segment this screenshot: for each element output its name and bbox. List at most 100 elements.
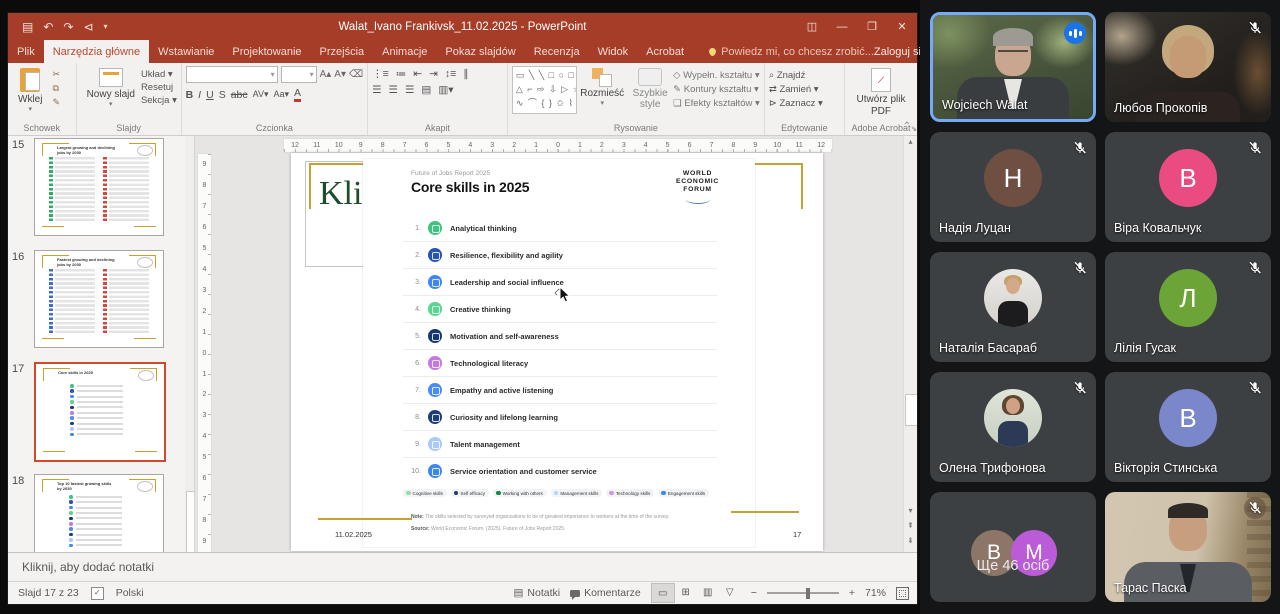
reading-view-button[interactable]: ▥ (697, 583, 719, 601)
tab-animacje[interactable]: Animacje (373, 40, 436, 63)
tab-przejscia[interactable]: Przejścia (311, 40, 374, 63)
thumbnail-scrollbar[interactable] (185, 136, 194, 552)
reset-button[interactable]: Resetuj (141, 82, 177, 93)
normal-view-button[interactable]: ▭ (651, 583, 675, 603)
font-size-combobox[interactable]: ▾ (281, 66, 317, 83)
copy-icon[interactable]: ⧉ (52, 83, 60, 94)
shrink-font-icon[interactable]: A▾ (334, 69, 346, 80)
bullets-icon[interactable]: ⋮≡ (372, 68, 389, 80)
participant-tile-wojciech-walat[interactable]: Wojciech Walat (930, 12, 1096, 122)
slide-canvas[interactable]: Kliknij, Future of Jobs Report 2025 Core… (291, 153, 823, 551)
thumbnail-slide-18[interactable]: 18 Top 10 fastest growing skills by 2030 (12, 474, 164, 552)
increase-indent-icon[interactable]: ⇥ (429, 68, 438, 80)
overflow-participants-tile[interactable]: В М Ще 46 осіб (930, 492, 1096, 602)
previous-slide-icon[interactable]: ⇞ (904, 521, 917, 530)
minimize-button[interactable]: — (827, 13, 857, 40)
grow-font-icon[interactable]: A▴ (320, 69, 332, 80)
section-button[interactable]: Sekcja ▾ (141, 95, 177, 106)
qat-customize-icon[interactable]: ▾ (104, 22, 108, 31)
tab-wstawianie[interactable]: Wstawianie (149, 40, 223, 63)
create-pdf-button[interactable]: ⟋ Utwórz plik PDF (849, 66, 913, 119)
format-painter-icon[interactable]: ✎ (52, 97, 60, 108)
spellcheck-icon[interactable]: ✓ (91, 587, 104, 600)
zoom-out-button[interactable]: − (751, 587, 757, 599)
text-direction-icon[interactable]: ∥ (463, 68, 468, 80)
participant-tile-olena-tryfonova[interactable]: Олена Трифонова (930, 372, 1096, 482)
participant-tile-vira-kovalchuk[interactable]: В Віра Ковальчук (1105, 132, 1271, 242)
zoom-slider-thumb[interactable] (806, 588, 810, 599)
align-left-icon[interactable]: ☰ (372, 84, 381, 96)
replace-button[interactable]: ⇄ Zamień ▾ (769, 84, 823, 95)
shape-outline-button[interactable]: ✎ Kontury kształtu ▾ (673, 84, 760, 95)
cut-icon[interactable]: ✂ (52, 69, 60, 80)
italic-button[interactable]: I (198, 89, 201, 101)
font-color-icon[interactable]: A (294, 87, 301, 102)
slideshow-view-button[interactable]: ▽ (719, 583, 741, 601)
shapes-gallery[interactable]: ▭ ╲ ╲ □ ○ □△ ⌐ ⇨ ⇩ ▷ ☆∿ ⌒ { } ✩ ⌇ (512, 66, 577, 114)
numbering-icon[interactable]: ≔ (396, 68, 407, 80)
tab-plik[interactable]: Plik (8, 40, 44, 63)
next-slide-icon[interactable]: ⇟ (904, 536, 917, 545)
tab-widok[interactable]: Widok (589, 40, 638, 63)
zoom-level[interactable]: 71% (865, 587, 886, 599)
participant-tile-lyubov-prokopiv[interactable]: Любов Прокопів (1105, 12, 1271, 122)
bold-button[interactable]: B (186, 89, 194, 101)
justify-icon[interactable]: ▤ (421, 84, 431, 96)
scrollbar-thumb[interactable] (905, 394, 917, 426)
close-button[interactable]: ✕ (887, 13, 917, 40)
character-spacing-icon[interactable]: AV▾ (253, 89, 269, 100)
line-spacing-icon[interactable]: ↕≡ (445, 68, 456, 80)
strikethrough-button[interactable]: abc (231, 89, 248, 101)
decrease-indent-icon[interactable]: ⇤ (413, 68, 422, 80)
arrange-button[interactable]: Rozmieść ▾ (577, 66, 627, 109)
underline-button[interactable]: U (206, 89, 214, 101)
scroll-down-icon[interactable]: ▾ (904, 506, 917, 515)
notes-toggle[interactable]: ▤Notatki (513, 587, 560, 599)
font-name-combobox[interactable]: ▾ (186, 66, 278, 83)
participant-tile-taras-paska[interactable]: Тарас Паска (1105, 492, 1271, 602)
participant-tile-nataliia-basarab[interactable]: Наталія Басараб (930, 252, 1096, 362)
slide-sorter-view-button[interactable]: ⊞ (675, 583, 697, 601)
notes-pane[interactable]: Kliknij, aby dodać notatki (8, 552, 917, 581)
align-center-icon[interactable]: ☰ (389, 84, 398, 96)
fit-slide-icon[interactable] (896, 587, 909, 600)
participant-tile-liliia-husak[interactable]: Л Лілія Гусак (1105, 252, 1271, 362)
select-button[interactable]: ⊳ Zaznacz ▾ (769, 98, 823, 109)
tell-me-box[interactable]: Powiedz mi, co chcesz zrobić... (709, 40, 874, 63)
tab-narzedzia-glowne[interactable]: Narzędzia główne (44, 40, 149, 63)
columns-icon[interactable]: ▥▾ (438, 84, 453, 96)
tab-projektowanie[interactable]: Projektowanie (223, 40, 310, 63)
editor-scrollbar[interactable]: ▴ ▾ ⇞ ⇟ (903, 136, 917, 552)
ribbon-display-options-icon[interactable]: ◫ (797, 13, 827, 40)
layout-button[interactable]: Układ ▾ (141, 69, 177, 80)
thumbnail-slide-17-selected[interactable]: 17 Core skills in 2025 (12, 362, 166, 462)
comments-toggle[interactable]: Komentarze (570, 587, 641, 599)
tab-acrobat[interactable]: Acrobat (637, 40, 693, 63)
find-button[interactable]: ⌕ Znajdź (769, 70, 823, 81)
clear-formatting-icon[interactable]: ⌫ (349, 69, 363, 80)
new-slide-button[interactable]: Nowy slajd ▾ (81, 66, 141, 110)
scroll-up-icon[interactable]: ▴ (904, 137, 917, 146)
change-case-icon[interactable]: Aa▾ (274, 89, 290, 100)
shape-fill-button[interactable]: ◇ Wypełn. kształtu ▾ (673, 70, 760, 81)
tab-recenzja[interactable]: Recenzja (525, 40, 589, 63)
align-right-icon[interactable]: ☰ (405, 84, 414, 96)
slide-indicator[interactable]: Slajd 17 z 23 (18, 587, 79, 599)
redo-icon[interactable]: ↷ (63, 20, 73, 34)
paste-button[interactable]: Wklej ▾ (12, 66, 48, 115)
zoom-in-button[interactable]: + (849, 587, 855, 599)
zoom-slider[interactable] (767, 592, 839, 594)
shadow-button[interactable]: S (219, 89, 226, 101)
quick-styles-button[interactable]: Szybkie style (627, 66, 673, 112)
language-indicator[interactable]: Polski (116, 587, 144, 599)
thumbnail-slide-16[interactable]: 16 Fastest growing and declining jobs by… (12, 250, 164, 348)
start-slideshow-icon[interactable]: ⊲ (83, 20, 93, 34)
undo-icon[interactable]: ↶ (43, 20, 53, 34)
maximize-button[interactable]: ❐ (857, 13, 887, 40)
tab-pokaz-slajdow[interactable]: Pokaz slajdów (436, 40, 524, 63)
participant-tile-viktoriia-stynska[interactable]: В Вікторія Стинська (1105, 372, 1271, 482)
wef-figure[interactable]: Future of Jobs Report 2025 Core skills i… (363, 159, 755, 547)
shape-effects-button[interactable]: ❏ Efekty kształtów ▾ (673, 98, 760, 109)
thumbnail-slide-15[interactable]: 15 Largest growing and declining jobs by… (12, 138, 164, 236)
collapse-ribbon-icon[interactable]: ⌃ (903, 121, 911, 132)
